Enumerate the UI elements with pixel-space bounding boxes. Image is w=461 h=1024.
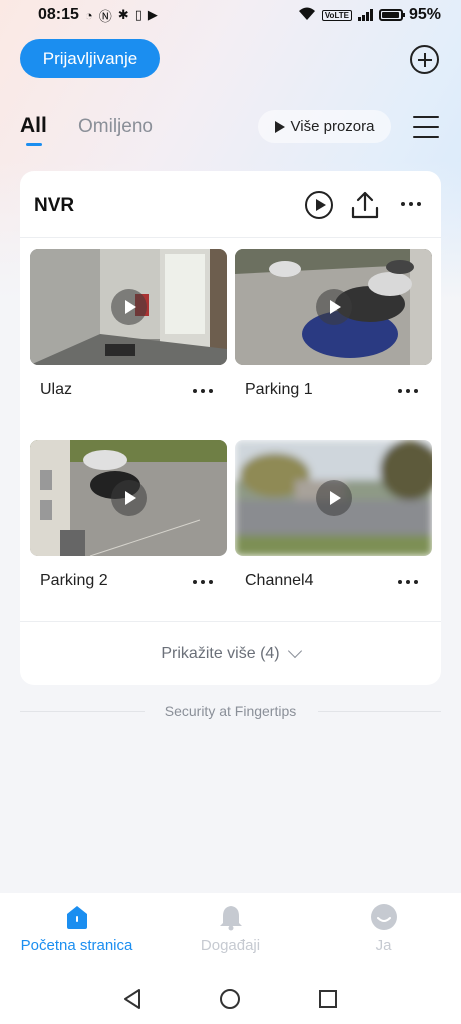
play-icon[interactable] bbox=[110, 289, 147, 325]
camera-name: Channel4 bbox=[245, 572, 314, 589]
camera-tile-ulaz[interactable]: Ulaz bbox=[30, 249, 227, 398]
chevron-down-icon bbox=[287, 643, 302, 659]
show-more-button[interactable]: Prikažite više (4) bbox=[20, 643, 441, 663]
tab-favorites[interactable]: Omiljeno bbox=[78, 116, 153, 138]
bluetooth-icon: ✱ bbox=[117, 7, 129, 22]
multi-window-label: Više prozora bbox=[290, 118, 375, 135]
nav-events[interactable]: Događaji bbox=[154, 903, 307, 954]
status-time: 08:15 bbox=[38, 6, 79, 23]
camera-more-icon[interactable] bbox=[190, 578, 216, 586]
multi-window-button[interactable]: Više prozora bbox=[258, 110, 391, 143]
camera-thumbnail[interactable] bbox=[235, 249, 432, 365]
divider bbox=[20, 237, 441, 238]
share-icon[interactable] bbox=[351, 190, 379, 220]
tab-all-indicator bbox=[26, 143, 42, 146]
bell-icon bbox=[217, 903, 245, 931]
play-icon bbox=[274, 120, 285, 133]
nvr-card: NVR Ulaz Parking 1 Parking 2 Channel4 Pr… bbox=[20, 171, 441, 685]
volte-badge: VoLTE bbox=[321, 9, 352, 21]
tagline: Security at Fingertips bbox=[164, 703, 297, 719]
login-button[interactable]: Prijavljivanje bbox=[20, 39, 160, 78]
youtube-icon: ▶ bbox=[147, 7, 158, 22]
camera-more-icon[interactable] bbox=[395, 578, 421, 586]
back-icon[interactable] bbox=[122, 988, 142, 1010]
divider bbox=[20, 621, 441, 622]
signal-icon bbox=[357, 9, 373, 21]
play-icon[interactable] bbox=[315, 480, 352, 516]
camera-name: Parking 2 bbox=[40, 572, 108, 589]
camera-thumbnail[interactable] bbox=[30, 440, 227, 556]
more-options-icon[interactable] bbox=[398, 197, 424, 211]
play-all-icon[interactable] bbox=[305, 191, 333, 219]
tab-all[interactable]: All bbox=[20, 114, 47, 138]
home-circle-icon[interactable] bbox=[220, 989, 240, 1009]
play-icon[interactable] bbox=[110, 480, 147, 516]
home-icon bbox=[63, 903, 91, 931]
camera-more-icon[interactable] bbox=[395, 387, 421, 395]
system-navigation-bar bbox=[0, 978, 461, 1018]
nav-home[interactable]: Početna stranica bbox=[0, 903, 153, 954]
camera-thumbnail[interactable] bbox=[235, 440, 432, 556]
camera-name: Parking 1 bbox=[245, 381, 313, 398]
plus-circle-icon[interactable] bbox=[410, 45, 439, 74]
vibrate-icon: ▯ bbox=[134, 7, 142, 22]
camera-more-icon[interactable] bbox=[190, 387, 216, 395]
camera-tile-channel4[interactable]: Channel4 bbox=[235, 440, 432, 589]
nav-home-label: Početna stranica bbox=[20, 937, 133, 954]
nav-me[interactable]: Ja bbox=[307, 903, 460, 954]
nvr-title: NVR bbox=[34, 195, 75, 216]
profile-icon bbox=[370, 903, 398, 931]
menu-icon[interactable] bbox=[413, 114, 439, 140]
nav-events-label: Događaji bbox=[200, 937, 261, 954]
nfc-icon: Ⓝ bbox=[98, 8, 112, 24]
camera-thumbnail[interactable] bbox=[30, 249, 227, 365]
battery-percent: 95% bbox=[408, 6, 441, 23]
camera-name: Ulaz bbox=[40, 381, 73, 398]
recent-apps-icon[interactable] bbox=[319, 990, 337, 1008]
status-bar: 08:15 ◔ Ⓝ ✱ ▯ ▶ VoLTE 95% bbox=[0, 0, 461, 30]
wifi-icon bbox=[298, 7, 316, 24]
camera-tile-parking-1[interactable]: Parking 1 bbox=[235, 249, 432, 398]
battery-icon bbox=[378, 9, 405, 21]
bottom-nav: Početna stranica Događaji Ja bbox=[0, 893, 461, 1024]
nav-me-label: Ja bbox=[375, 937, 392, 954]
data-saver-icon: ◔ bbox=[84, 7, 93, 23]
show-more-label: Prikažite više (4) bbox=[161, 645, 280, 662]
camera-tile-parking-2[interactable]: Parking 2 bbox=[30, 440, 227, 589]
play-icon[interactable] bbox=[315, 289, 352, 325]
